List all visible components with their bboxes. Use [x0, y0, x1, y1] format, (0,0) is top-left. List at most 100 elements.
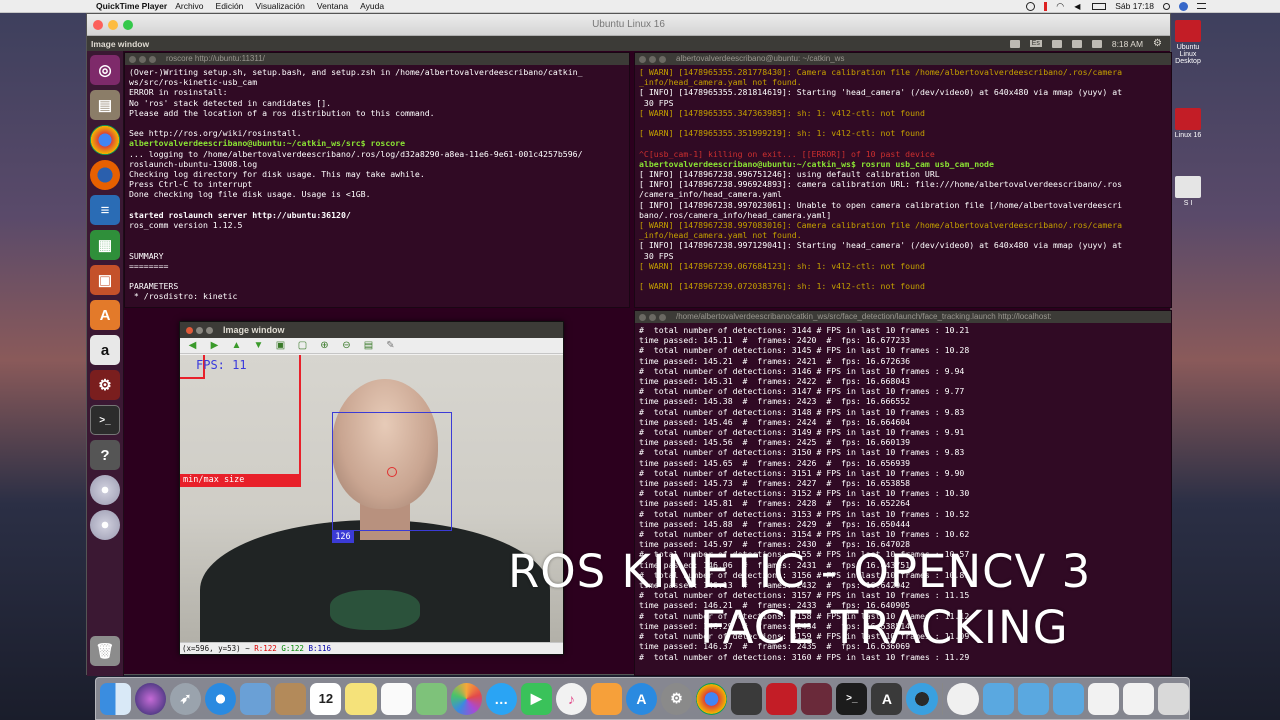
folder-icon[interactable] — [1017, 682, 1049, 715]
siri-icon[interactable] — [135, 682, 167, 715]
parallels-desktop-icon[interactable] — [766, 682, 798, 715]
zoom-button[interactable] — [123, 20, 133, 30]
terminal-output[interactable]: (Over-)Writing setup.sh, setup.bash, and… — [125, 65, 629, 304]
document-icon[interactable] — [1087, 682, 1119, 715]
app-store-icon[interactable]: A — [625, 682, 657, 715]
zoom-fit-icon[interactable]: ▣ — [274, 340, 287, 352]
libreoffice-calc-icon[interactable]: ▦ — [90, 230, 120, 260]
search-icon[interactable] — [1163, 2, 1170, 10]
network-icon[interactable] — [1009, 39, 1020, 48]
menu-edicion[interactable]: Edición — [216, 1, 244, 11]
maximize-icon[interactable] — [659, 313, 666, 321]
minimize-icon[interactable] — [139, 55, 146, 63]
system-preferences-icon[interactable]: ⚙ — [661, 682, 693, 715]
itunes-icon[interactable]: ♪ — [555, 682, 587, 715]
minimize-icon[interactable] — [196, 326, 203, 334]
close-button[interactable] — [93, 20, 103, 30]
terminal-dock-icon[interactable]: >_ — [836, 682, 868, 715]
ubuntu-dash-icon[interactable]: ◎ — [90, 55, 120, 85]
opencv-image-window[interactable]: Image window ◀ ▶ ▲ ▼ ▣ ▢ ⊕ ⊖ ▤ ✎ min/max… — [179, 321, 564, 655]
system-settings-icon[interactable]: ⚙ — [90, 370, 120, 400]
files-icon[interactable]: ▤ — [90, 90, 120, 120]
terminal-titlebar[interactable]: /home/albertovalverdeescribano/catkin_ws… — [635, 311, 1171, 323]
preview-icon[interactable] — [240, 682, 272, 715]
menubar-clock[interactable]: Sáb 17:18 — [1115, 1, 1154, 11]
maximize-icon[interactable] — [206, 326, 213, 334]
menu-ayuda[interactable]: Ayuda — [360, 1, 384, 11]
properties-icon[interactable]: ✎ — [384, 340, 397, 352]
messages-icon[interactable]: … — [485, 682, 517, 715]
maximize-icon[interactable] — [659, 55, 666, 63]
close-icon[interactable] — [186, 326, 193, 334]
sound-icon[interactable] — [1091, 39, 1102, 48]
trash-dock-icon[interactable] — [1157, 682, 1189, 715]
finder-icon[interactable] — [100, 682, 132, 715]
parallels-vm-icon[interactable] — [731, 682, 763, 715]
terminal-output[interactable]: [ WARN] [1478965355.281778430]: Camera c… — [635, 65, 1171, 293]
safari-icon[interactable] — [205, 682, 237, 715]
pan-left-icon[interactable]: ◀ — [186, 340, 199, 352]
document-icon[interactable] — [1122, 682, 1154, 715]
save-icon[interactable]: ▤ — [362, 340, 375, 352]
battery-indicator-icon[interactable] — [1051, 39, 1062, 48]
user-avatar-icon[interactable] — [1179, 1, 1188, 11]
panel-clock[interactable]: 8:18 AM — [1112, 39, 1143, 49]
parallels-icon[interactable] — [1044, 1, 1048, 11]
software-center-icon[interactable]: A — [90, 300, 120, 330]
notes-icon[interactable] — [345, 682, 377, 715]
close-icon[interactable] — [129, 55, 136, 63]
libreoffice-writer-icon[interactable]: ≡ — [90, 195, 120, 225]
instruments-icon[interactable]: A — [871, 682, 903, 715]
dvd-icon[interactable] — [90, 510, 120, 540]
image-window-titlebar[interactable]: Image window — [180, 322, 563, 338]
photos-icon[interactable] — [450, 682, 482, 715]
amazon-icon[interactable]: a — [90, 335, 120, 365]
desktop-item-linux16[interactable]: Linux 16 — [1168, 108, 1208, 139]
contacts-icon[interactable] — [275, 682, 307, 715]
chrome-icon[interactable] — [90, 125, 120, 155]
desktop-item-drive[interactable]: S I — [1168, 176, 1208, 207]
wifi-icon[interactable]: ◠ — [1056, 1, 1065, 11]
volume-icon[interactable]: ◀ — [1074, 2, 1083, 11]
minimize-button[interactable] — [108, 20, 118, 30]
terminal-icon[interactable]: >_ — [90, 405, 120, 435]
menu-ventana[interactable]: Ventana — [317, 1, 348, 11]
wunderlist-icon[interactable] — [947, 682, 979, 715]
vm-titlebar[interactable]: Ubuntu Linux 16 — [87, 14, 1170, 36]
minimize-icon[interactable] — [649, 55, 656, 63]
help-icon[interactable]: ? — [90, 440, 120, 470]
maps-icon[interactable] — [415, 682, 447, 715]
zoom-out-icon[interactable]: ⊖ — [340, 340, 353, 352]
mail-icon[interactable] — [1071, 39, 1082, 48]
zoom-original-icon[interactable]: ▢ — [296, 340, 309, 352]
libreoffice-impress-icon[interactable]: ▣ — [90, 265, 120, 295]
minimize-icon[interactable] — [649, 313, 656, 321]
zoom-in-icon[interactable]: ⊕ — [318, 340, 331, 352]
battery-icon[interactable] — [1092, 2, 1107, 10]
folder-icon[interactable] — [982, 682, 1014, 715]
menu-archivo[interactable]: Archivo — [175, 1, 203, 11]
chrome-dock-icon[interactable] — [696, 682, 728, 715]
terminal-roscore[interactable]: roscore http://ubuntu:11311/ (Over-)Writ… — [124, 52, 630, 308]
pan-up-icon[interactable]: ▲ — [230, 340, 243, 352]
terminal-titlebar[interactable]: roscore http://ubuntu:11311/ — [125, 53, 629, 65]
dvd-icon[interactable] — [90, 475, 120, 505]
pan-down-icon[interactable]: ▼ — [252, 340, 265, 352]
ibooks-icon[interactable] — [590, 682, 622, 715]
record-icon[interactable] — [1026, 1, 1036, 11]
maximize-icon[interactable] — [149, 55, 156, 63]
quicktime-recording-icon[interactable] — [801, 682, 833, 715]
terminal-usb-cam[interactable]: albertovalverdeescribano@ubuntu: ~/catki… — [634, 52, 1172, 308]
trash-icon[interactable]: 🗑 — [90, 636, 120, 666]
camera-frame[interactable]: min/max size FPS: 11 126 — [180, 355, 563, 643]
menu-app-name[interactable]: QuickTime Player — [96, 1, 167, 11]
launchpad-icon[interactable]: ➶ — [170, 682, 202, 715]
calendar-icon[interactable]: 12 — [310, 682, 342, 715]
reminders-icon[interactable] — [380, 682, 412, 715]
folder-icon[interactable] — [1052, 682, 1084, 715]
firefox-icon[interactable] — [90, 160, 120, 190]
menu-visualizacion[interactable]: Visualización — [255, 1, 304, 11]
menu-list-icon[interactable] — [1197, 3, 1206, 9]
close-icon[interactable] — [639, 55, 646, 63]
pan-right-icon[interactable]: ▶ — [208, 340, 221, 352]
